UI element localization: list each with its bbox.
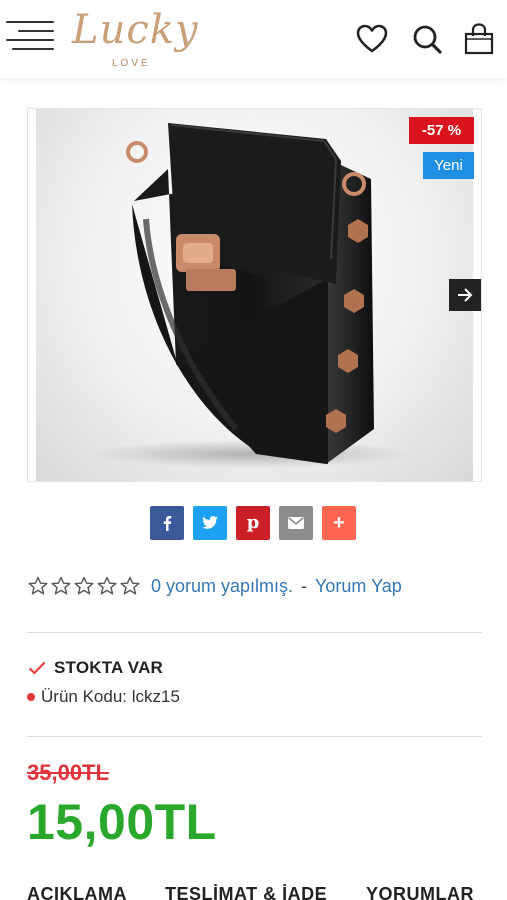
rating-stars[interactable] (28, 576, 140, 596)
next-arrow-icon[interactable] (449, 279, 481, 311)
product-code: Ürün Kodu: lckz15 (27, 685, 180, 709)
product-code-text: Ürün Kodu: lckz15 (41, 687, 180, 706)
site-header: Lucky LOVE (0, 0, 507, 78)
search-icon[interactable] (410, 22, 444, 56)
star-icon[interactable] (97, 576, 117, 596)
email-icon[interactable] (279, 506, 313, 540)
write-review-link[interactable]: Yorum Yap (315, 576, 402, 597)
tab-reviews[interactable]: YORUMLAR (366, 884, 474, 900)
star-icon[interactable] (120, 576, 140, 596)
bullet-icon (27, 693, 35, 701)
new-badge: Yeni (423, 152, 474, 179)
star-icon[interactable] (74, 576, 94, 596)
product-gallery[interactable] (27, 108, 482, 482)
tab-description[interactable]: AÇIKLAMA (27, 884, 127, 900)
stock-label: STOKTA VAR (54, 658, 164, 677)
divider (27, 632, 482, 633)
plus-icon[interactable]: + (322, 506, 356, 540)
facebook-icon[interactable] (150, 506, 184, 540)
stock-status: STOKTA VAR (28, 656, 163, 680)
site-logo[interactable]: Lucky LOVE (72, 6, 198, 72)
logo-subtext: LOVE (112, 58, 151, 69)
tab-delivery-returns[interactable]: TESLİMAT & İADE (165, 884, 327, 900)
star-icon[interactable] (51, 576, 71, 596)
bag-icon[interactable] (462, 22, 496, 56)
pinterest-icon[interactable]: p (236, 506, 270, 540)
logo-text: Lucky (72, 7, 199, 53)
divider (27, 736, 482, 737)
product-tabs: AÇIKLAMA TESLİMAT & İADE YORUMLAR (27, 884, 487, 900)
separator: - (301, 575, 308, 596)
rating-row: 0 yorum yapılmış. - Yorum Yap (28, 574, 402, 598)
twitter-icon[interactable] (193, 506, 227, 540)
heart-icon[interactable] (355, 22, 389, 56)
check-icon (28, 661, 46, 675)
menu-icon[interactable] (6, 20, 54, 58)
discount-badge: -57 % (409, 117, 474, 144)
product-image[interactable] (36, 109, 473, 481)
star-icon[interactable] (28, 576, 48, 596)
old-price: 35,00TL (27, 760, 109, 785)
reviews-count-link[interactable]: 0 yorum yapılmış. (151, 576, 293, 597)
current-price: 15,00TL (27, 794, 217, 850)
